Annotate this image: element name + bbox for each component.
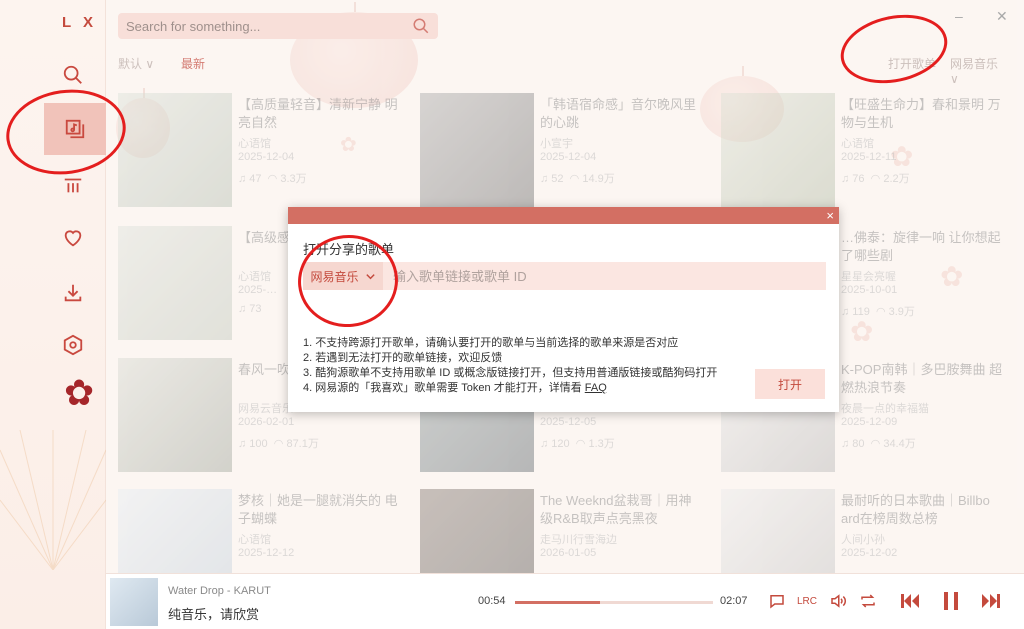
nav-download-button[interactable] <box>58 278 88 308</box>
faq-link[interactable]: FAQ <box>585 382 607 394</box>
source-select-label: 网易音乐 <box>310 269 359 284</box>
album-art[interactable] <box>110 578 158 626</box>
tip-item: 2. 若遇到无法打开的歌单链接，欢迎反馈 <box>303 352 503 364</box>
nav-songlist-button[interactable] <box>44 103 106 155</box>
volume-icon <box>831 594 846 608</box>
sidebar: L X ✿ <box>0 0 106 629</box>
lrc-icon: LRC <box>796 595 817 607</box>
comment-button[interactable] <box>766 590 788 612</box>
heart-icon <box>64 230 82 247</box>
pause-button[interactable] <box>937 590 965 612</box>
repeat-icon <box>861 594 875 608</box>
previous-button[interactable] <box>896 590 924 612</box>
progress-fill <box>515 601 601 604</box>
song-title: Water Drop - KARUT <box>168 585 271 597</box>
nav-leaderboard-button[interactable] <box>58 170 88 200</box>
repeat-button[interactable] <box>857 590 879 612</box>
dialog-tips: 1. 不支持跨源打开歌单，请确认要打开的歌单与当前选择的歌单来源是否对应 2. … <box>303 336 717 396</box>
download-icon <box>64 284 82 302</box>
playlist-link-input[interactable] <box>383 262 826 290</box>
flower-decoration: ✿ <box>64 372 95 413</box>
app-logo: L X <box>62 14 98 31</box>
sunburst-decoration <box>0 430 106 570</box>
nav-search-button[interactable] <box>58 60 88 90</box>
dialog-close-button[interactable]: × <box>826 207 834 224</box>
pause-icon <box>944 592 958 610</box>
tip-item: 1. 不支持跨源打开歌单，请确认要打开的歌单与当前选择的歌单来源是否对应 <box>303 337 679 349</box>
total-time: 02:07 <box>720 595 748 607</box>
progress-bar[interactable] <box>515 601 713 604</box>
tip-item: 3. 酷狗源歌单不支持用歌单 ID 或概念版链接打开，但支持用普通版链接或酷狗码… <box>303 367 718 379</box>
lyrics-button[interactable]: LRC <box>796 590 818 612</box>
nav-favorites-button[interactable] <box>58 223 88 253</box>
tip-item: 4. 网易源的「我喜欢」歌单需要 Token 才能打开，详情看 FAQ <box>303 381 717 396</box>
comment-icon <box>770 595 784 609</box>
leaderboard-icon <box>64 178 82 193</box>
tip-text: 4. 网易源的「我喜欢」歌单需要 Token 才能打开，详情看 <box>303 382 585 394</box>
search-icon <box>63 65 82 84</box>
nav-settings-button[interactable] <box>58 330 88 360</box>
dialog-title: 打开分享的歌单 <box>303 242 395 257</box>
current-lyric: 纯音乐，请欣赏 <box>168 607 260 622</box>
current-time: 00:54 <box>478 595 506 607</box>
chevron-down-icon <box>365 273 375 279</box>
app-window: ✿ ✿ ✿ ✿ L X ✿ Search for something... – … <box>0 0 1024 629</box>
next-button[interactable] <box>977 590 1005 612</box>
player-bar: Water Drop - KARUT 纯音乐，请欣赏 00:54 02:07 L… <box>106 573 1024 629</box>
volume-button[interactable] <box>827 590 849 612</box>
open-playlist-dialog: × 打开分享的歌单 网易音乐 1. 不支持跨源打开歌单，请确认要打开的歌单与当前… <box>288 207 839 412</box>
dialog-header: × <box>288 207 839 224</box>
settings-icon <box>63 334 83 356</box>
next-icon <box>982 594 1000 608</box>
source-select[interactable]: 网易音乐 <box>303 262 383 290</box>
open-button[interactable]: 打开 <box>755 369 825 399</box>
playlist-icon <box>65 119 85 139</box>
previous-icon <box>901 594 919 608</box>
